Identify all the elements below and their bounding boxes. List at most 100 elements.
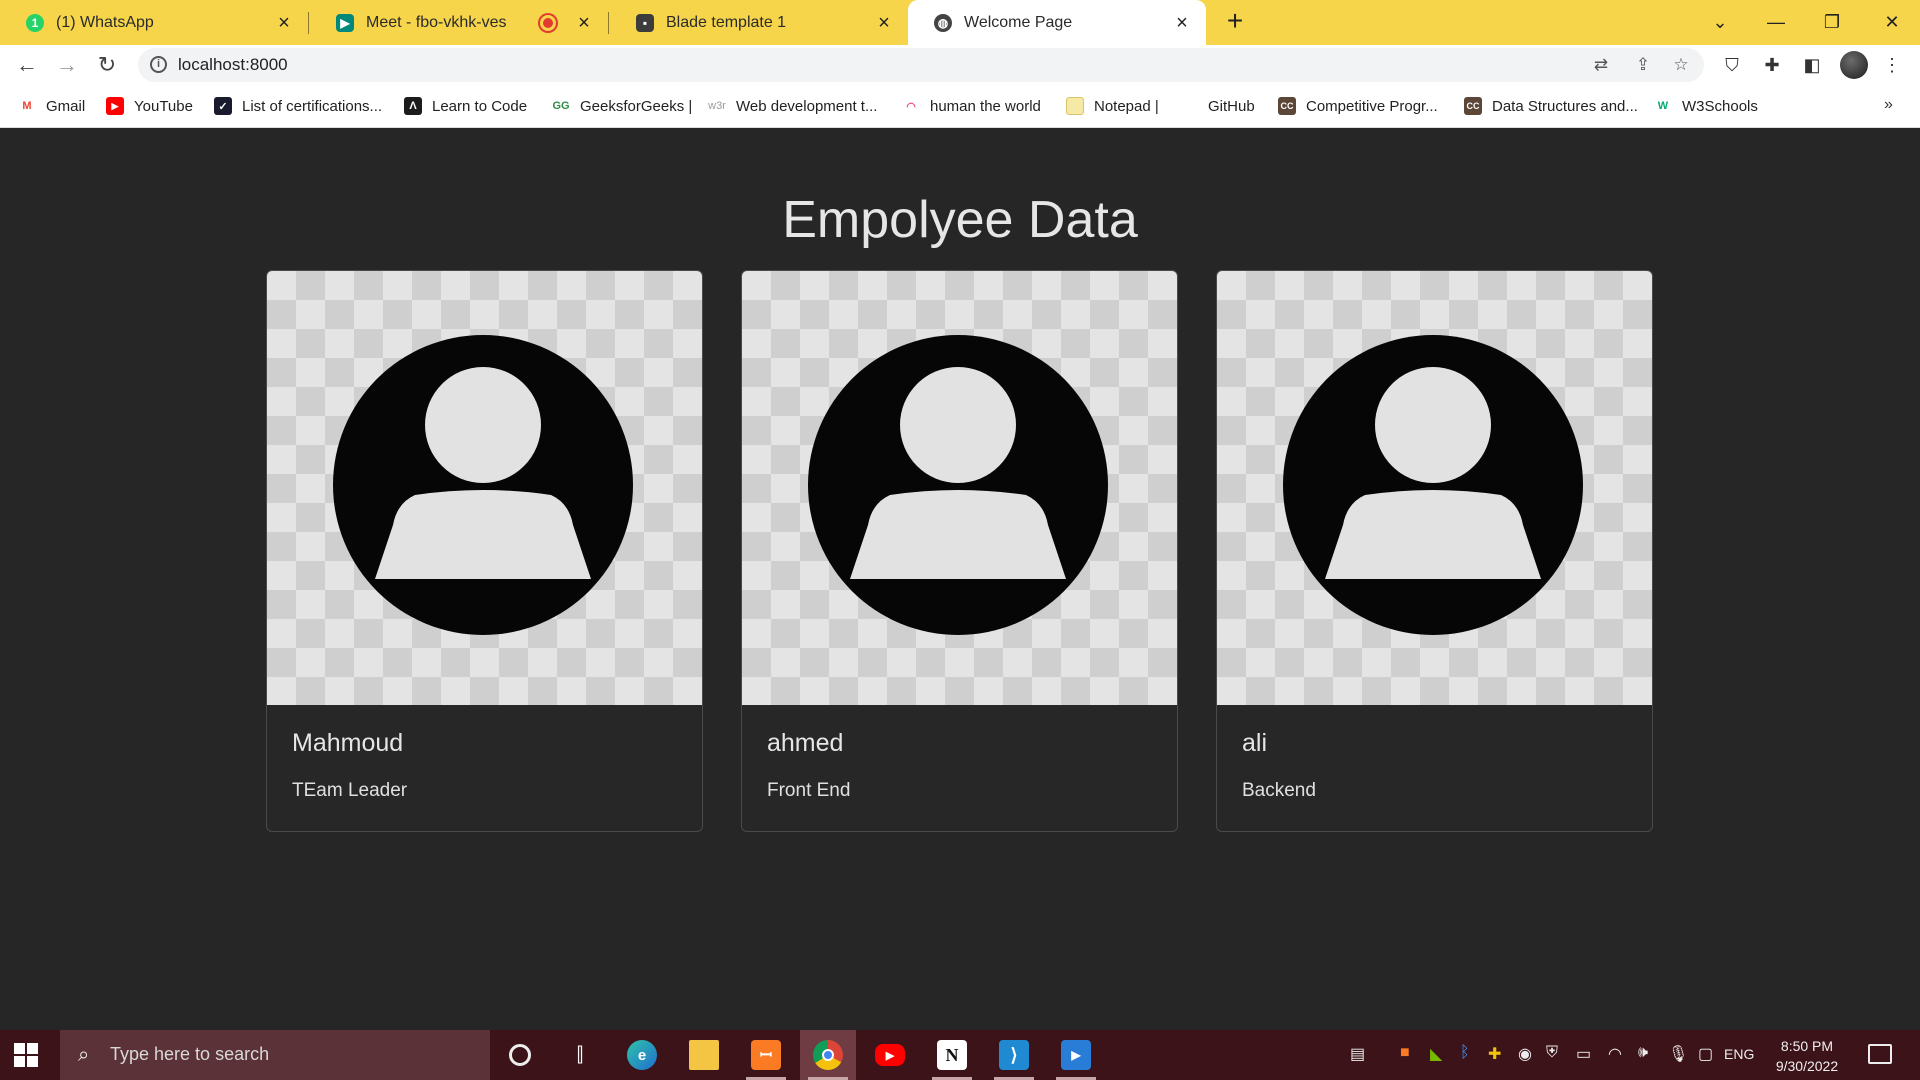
tab-title: Blade template 1	[666, 13, 787, 31]
translate-icon[interactable]: ⇄	[1590, 54, 1612, 76]
forward-button[interactable]: →	[52, 50, 82, 80]
tab-welcome-page[interactable]: ◍ Welcome Page ×	[908, 0, 1206, 45]
taskbar-chrome[interactable]	[800, 1030, 856, 1080]
bookmark-label: YouTube	[134, 97, 193, 115]
bookmark-notepad[interactable]: Notepad |	[1066, 96, 1159, 116]
taskbar-youtube[interactable]: ▶	[862, 1030, 918, 1080]
battery-icon[interactable]: ▭	[1576, 1044, 1591, 1064]
human-icon: ◠	[906, 100, 916, 113]
page-title: Empolyee Data	[782, 191, 1138, 249]
site-info-icon[interactable]: i	[150, 56, 167, 73]
microphone-icon[interactable]: 🎙	[1668, 1044, 1688, 1064]
search-icon: ⌕	[78, 1044, 90, 1066]
window-close-button[interactable]: ✕	[1870, 6, 1914, 38]
employee-name: Mahmoud	[292, 729, 404, 757]
bookmark-web-development[interactable]: w3r Web development t...	[708, 96, 877, 116]
taskbar: ⌕ Type here to search ⫿ e ꟷ ▶ N ⟩ ▶ ▤ ■ …	[0, 1030, 1920, 1080]
tab-search-chevron-icon[interactable]: ⌄	[1698, 6, 1742, 38]
app-tray-icon[interactable]: ✚	[1488, 1044, 1501, 1064]
bookmark-label: Gmail	[46, 97, 86, 115]
notifications-icon[interactable]	[1868, 1044, 1892, 1064]
clock-date: 9/30/2022	[1775, 1058, 1839, 1074]
cc-icon: CC	[1464, 97, 1482, 115]
minimize-button[interactable]: —	[1754, 6, 1798, 38]
new-tab-button[interactable]: +	[1219, 6, 1251, 38]
employee-card: ahmed Front End	[741, 270, 1178, 832]
bookmark-label: W3Schools	[1682, 97, 1758, 115]
reload-button[interactable]: ↻	[92, 50, 122, 80]
extension-shield-icon[interactable]: ⛉	[1720, 53, 1744, 77]
taskbar-file-explorer[interactable]	[676, 1030, 732, 1080]
tab-separator	[308, 12, 309, 34]
taskbar-clock[interactable]: 8:50 PM 9/30/2022	[1762, 1036, 1852, 1076]
bookmark-w3schools[interactable]: W W3Schools	[1654, 96, 1758, 116]
extensions-puzzle-icon[interactable]: ✚	[1760, 53, 1784, 77]
menu-kebab-icon[interactable]: ⋮	[1880, 53, 1904, 77]
bluetooth-icon[interactable]: ᛒ	[1460, 1044, 1470, 1062]
bookmark-competitive-programming[interactable]: CC Competitive Progr...	[1278, 96, 1438, 116]
notepad-icon	[1066, 97, 1084, 115]
display-icon[interactable]: ▢	[1698, 1044, 1713, 1064]
more-bookmarks-icon[interactable]: »	[1884, 96, 1893, 114]
bookmark-gmail[interactable]: M Gmail	[18, 96, 85, 116]
taskbar-video-app[interactable]: ▶	[1048, 1030, 1104, 1080]
bookmark-certifications[interactable]: ✓ List of certifications...	[214, 96, 382, 116]
windows-start-icon[interactable]	[14, 1043, 38, 1067]
user-avatar-icon	[808, 335, 1108, 635]
video-icon: ▶	[1061, 1040, 1091, 1070]
bookmark-youtube[interactable]: ▶ YouTube	[106, 96, 193, 116]
tab-title: Meet - fbo-vkhk-ves	[366, 13, 507, 31]
news-widget-icon[interactable]: ▤	[1350, 1044, 1365, 1064]
security-shield-icon[interactable]: ⛨	[1546, 1044, 1558, 1062]
taskbar-edge[interactable]: e	[614, 1030, 670, 1080]
youtube-icon: ▶	[875, 1044, 905, 1066]
address-url[interactable]: localhost:8000	[178, 55, 288, 75]
search-placeholder: Type here to search	[110, 1044, 270, 1064]
taskbar-vscode[interactable]: ⟩	[986, 1030, 1042, 1080]
employee-card: ali Backend	[1216, 270, 1653, 832]
bookmark-human-the-world[interactable]: ◠ human the world	[902, 96, 1041, 116]
template-icon: ▪	[636, 13, 654, 32]
language-indicator[interactable]: ENG	[1724, 1046, 1754, 1062]
side-panel-icon[interactable]: ◧	[1800, 53, 1824, 77]
close-icon[interactable]: ×	[1172, 13, 1192, 33]
geeksforgeeks-icon: GG	[552, 100, 570, 112]
close-icon[interactable]: ×	[274, 13, 294, 33]
tab-whatsapp[interactable]: 1 (1) WhatsApp ×	[0, 0, 308, 45]
folder-icon	[689, 1040, 719, 1070]
bookmark-data-structures[interactable]: CC Data Structures and...	[1464, 96, 1638, 116]
share-icon[interactable]: ⇪	[1632, 54, 1654, 76]
bookmark-star-icon[interactable]: ☆	[1670, 54, 1692, 76]
xampp-tray-icon[interactable]: ■	[1400, 1044, 1410, 1062]
close-icon[interactable]: ×	[874, 13, 894, 33]
close-icon[interactable]: ×	[574, 13, 594, 33]
gmail-icon: M	[22, 100, 32, 112]
cortana-button[interactable]	[492, 1030, 548, 1080]
record-tray-icon[interactable]: ◉	[1518, 1044, 1532, 1064]
bookmark-github[interactable]: GitHub	[1180, 96, 1255, 116]
address-bar[interactable]: i localhost:8000 ⇄ ⇪ ☆	[138, 48, 1704, 82]
bookmark-label: Learn to Code	[432, 97, 528, 115]
bookmark-label: Web development t...	[736, 97, 878, 115]
bookmark-geeksforgeeks[interactable]: GG GeeksforGeeks |	[552, 96, 692, 116]
tab-blade-template[interactable]: ▪ Blade template 1 ×	[610, 0, 908, 45]
vscode-icon: ⟩	[999, 1040, 1029, 1070]
tab-title: (1) WhatsApp	[56, 13, 154, 31]
taskbar-notion[interactable]: N	[924, 1030, 980, 1080]
back-button[interactable]: ←	[12, 50, 42, 80]
restore-button[interactable]: ❐	[1810, 6, 1854, 38]
profile-avatar[interactable]	[1840, 51, 1868, 79]
employee-role: Backend	[1242, 780, 1316, 801]
bookmark-learn-to-code[interactable]: Λ Learn to Code	[404, 96, 527, 116]
certifications-icon: ✓	[214, 97, 232, 115]
nvidia-icon[interactable]: ◣	[1430, 1044, 1442, 1064]
wifi-icon[interactable]: ◠	[1608, 1044, 1622, 1064]
tab-meet[interactable]: ▶ Meet - fbo-vkhk-ves ×	[310, 0, 608, 45]
volume-icon[interactable]: 🕪	[1638, 1044, 1648, 1062]
chrome-icon	[813, 1040, 843, 1070]
taskbar-search-input[interactable]: ⌕ Type here to search	[60, 1030, 490, 1080]
tab-strip: 1 (1) WhatsApp × ▶ Meet - fbo-vkhk-ves ×…	[0, 0, 1920, 45]
employee-role: TEam Leader	[292, 780, 408, 801]
taskbar-xampp[interactable]: ꟷ	[738, 1030, 794, 1080]
task-view-button[interactable]: ⫿	[552, 1030, 608, 1080]
